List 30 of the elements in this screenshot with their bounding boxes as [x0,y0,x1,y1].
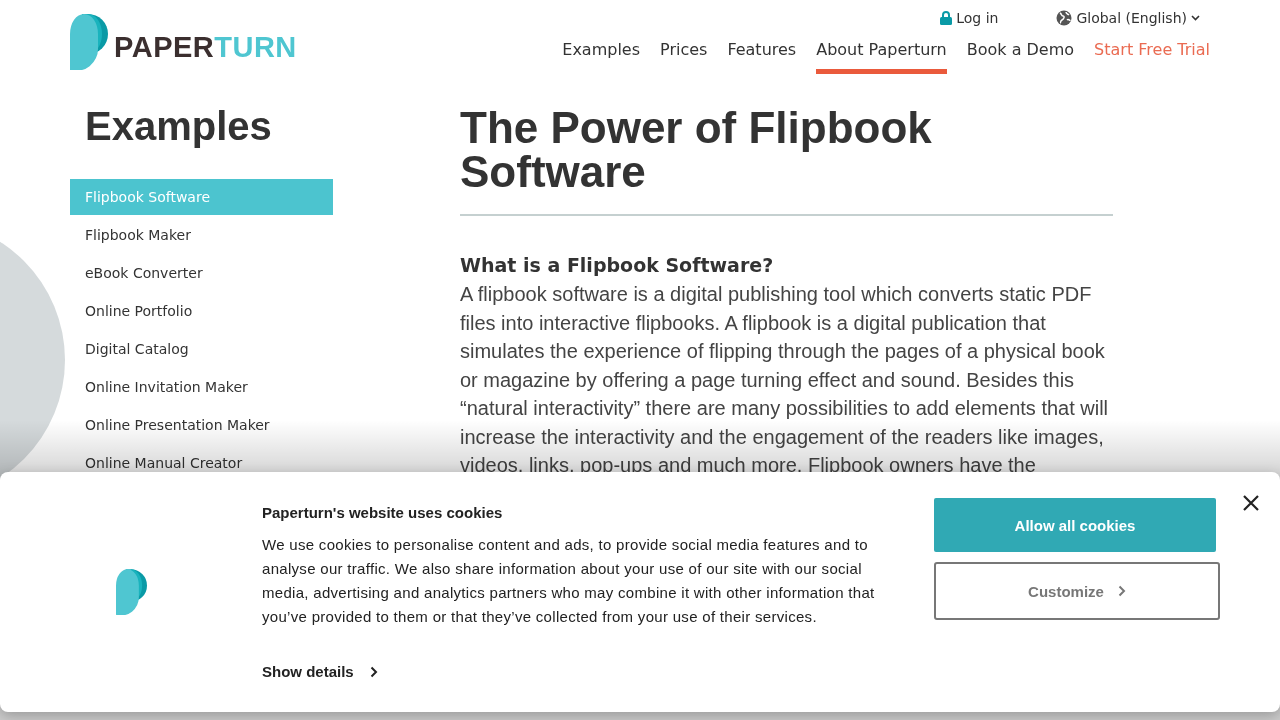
nav-link[interactable]: About Paperturn [816,36,947,74]
nav-link[interactable]: Features [727,36,797,74]
login-link[interactable]: Log in [956,10,999,26]
sidebar-item[interactable]: Digital Catalog [70,331,333,367]
globe-icon [1056,10,1073,26]
section-heading: What is a Flipbook Software? [460,254,775,276]
logo-wordmark: PAPERTURN [114,30,297,64]
nav-link[interactable]: Examples [562,36,640,74]
customize-button[interactable]: Customize [934,562,1220,620]
lock-icon [940,11,953,25]
sidebar-item[interactable]: Online Presentation Maker [70,407,333,443]
show-details-link[interactable]: Show details [262,663,378,680]
sidebar-heading: Examples [85,104,273,149]
nav-link[interactable]: Prices [660,36,708,74]
chevron-right-icon [369,665,378,678]
logo-icon [70,14,108,70]
cookie-text: We use cookies to personalise content and ads, to provide social media features and to analyse our traffic. We also share information about your use of our site with our social media, advertising and analytics partners who may combine it with other information that you’ve provided to them or that they’ve collected from your use of their services. [262,535,876,627]
close-button[interactable] [1242,494,1260,512]
chevron-right-icon [1117,585,1126,597]
cookie-title: Paperturn's website uses cookies [262,504,504,521]
close-icon [1242,494,1260,512]
sidebar-item[interactable]: eBook Converter [70,255,333,291]
sidebar-item[interactable]: Flipbook Maker [70,217,333,253]
nav-link[interactable]: Book a Demo [966,36,1075,74]
language-selector[interactable]: Global (English) [1076,10,1187,26]
logo-icon [115,569,147,615]
sidebar-item[interactable]: Online Portfolio [70,293,333,329]
sidebar-item[interactable]: Online Invitation Maker [70,369,333,405]
chevron-down-icon [1191,15,1200,21]
page-title: The Power of Flipbook Software [460,106,1113,216]
